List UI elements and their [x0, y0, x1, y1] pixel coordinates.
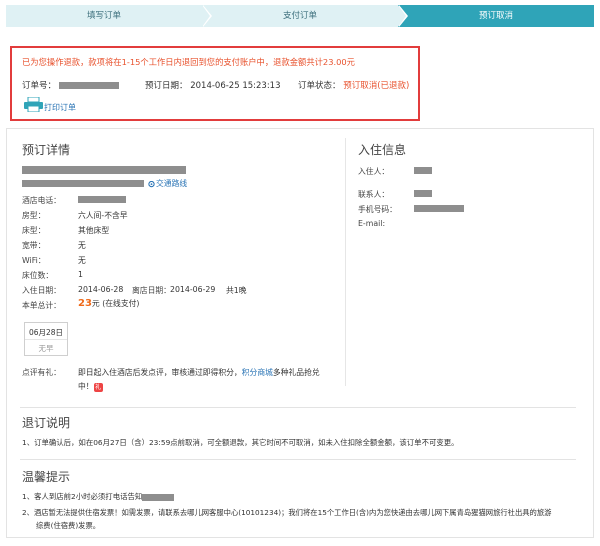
section-divider	[20, 459, 576, 460]
wifi-label: WiFi：	[22, 256, 46, 265]
review-reward-text-2: 中！礼	[78, 381, 103, 392]
review-text-2: 多种礼品抢兑	[272, 368, 320, 377]
print-order-link[interactable]: 打印订单	[44, 102, 76, 113]
booking-date-value: 2014-06-25 15:23:13	[190, 81, 281, 91]
tip-item-2-line1: 2、酒店暂无法提供住宿发票！如需发票，请联系去哪儿网客服中心(10101234)…	[22, 508, 552, 517]
email-label: E-mail:	[358, 219, 386, 228]
points-mall-link[interactable]: 积分商城	[242, 368, 273, 377]
contact-label: 联系人：	[358, 190, 390, 199]
refund-policy-title: 退订说明	[22, 416, 71, 430]
room-type-label: 房型：	[22, 211, 46, 220]
total-label: 本单总计：	[22, 301, 61, 310]
tips-title: 温馨提示	[22, 470, 71, 484]
total-suffix: 元 (在线支付)	[91, 299, 140, 308]
map-route-link[interactable]: 交通路线	[156, 179, 187, 188]
guest-name-redacted	[414, 167, 432, 174]
tip-phone-redacted	[142, 493, 175, 501]
step-label: 填写订单	[86, 11, 121, 21]
wifi-value: 无	[78, 256, 86, 265]
checkout-value: 2014-06-29	[170, 285, 216, 294]
map-route[interactable]: 交通路线	[148, 178, 187, 189]
guest-info-title: 入住信息	[358, 143, 407, 157]
broadband-value: 无	[78, 241, 86, 250]
hotel-address-redacted	[22, 180, 144, 187]
order-number-label: 订单号：	[22, 81, 57, 91]
step-pay-order: 支付订单	[202, 5, 408, 27]
step-label: 预订取消	[478, 11, 513, 21]
day-date: 06月28日	[28, 328, 64, 337]
tip-item-1-text: 1、客人到店前2小时必须打电话告知	[22, 492, 143, 501]
nights-count: 共1晚	[226, 286, 247, 295]
gift-icon: 礼	[93, 382, 103, 392]
order-status-value: 预订取消(已退款)	[343, 81, 410, 91]
checkin-label: 入住日期：	[22, 286, 61, 295]
order-number: 订单号：	[22, 79, 119, 91]
order-number-redacted	[58, 82, 119, 89]
day-breakfast-box: 06月28日 无早	[24, 322, 68, 356]
phone-redacted	[414, 205, 464, 212]
order-status: 订单状态： 预订取消(已退款)	[298, 79, 409, 91]
order-status-label: 订单状态：	[298, 81, 341, 91]
broadband-label: 宽带：	[22, 241, 46, 250]
section-divider	[20, 407, 576, 408]
bed-count-value: 1	[78, 270, 83, 279]
contact-name-redacted	[414, 190, 432, 197]
refund-policy-item: 1、订单确认后，如在06月27日（含）23:59点前取消，可全额退款，其它时间不…	[22, 438, 459, 447]
hotel-phone-label: 酒店电话：	[22, 196, 61, 205]
progress-steps: 填写订单 支付订单 预订取消	[6, 5, 594, 27]
checkout-label: 离店日期：	[132, 286, 171, 295]
review-text-3: 中！	[78, 382, 94, 391]
step-label: 支付订单	[282, 11, 317, 21]
guest-label: 入住人：	[358, 167, 390, 176]
step-fill-order: 填写订单	[6, 5, 212, 27]
review-text-1: 即日起入住酒店后发点评，审核通过即得积分，	[78, 368, 242, 377]
booking-date: 预订日期： 2014-06-25 15:23:13	[145, 79, 281, 91]
booking-date-label: 预订日期：	[145, 81, 188, 91]
refund-notice: 已为您操作退款，款项将在1-15个工作日内退回到您的支付账户中，退款金额共计23…	[10, 46, 420, 121]
column-divider	[345, 138, 346, 386]
tip-item-1: 1、客人到店前2小时必须打电话告知	[22, 491, 175, 502]
day-breakfast: 无早	[38, 344, 54, 353]
total-price: 23	[78, 298, 92, 309]
location-pin-icon	[148, 180, 155, 187]
checkin-value: 2014-06-28	[78, 285, 124, 294]
hotel-phone-redacted	[78, 196, 126, 203]
bed-type-label: 床型：	[22, 226, 46, 235]
total-amount: 23元 (在线支付)	[78, 298, 139, 309]
room-type-value: 六人间-不含早	[78, 211, 128, 220]
review-reward-label: 点评有礼：	[22, 368, 61, 377]
tip-item-2-line2: 综费(住宿费)发票。	[36, 521, 101, 530]
booking-details-title: 预订详情	[22, 143, 71, 157]
hotel-name-redacted	[22, 166, 186, 174]
review-reward-text: 即日起入住酒店后发点评，审核通过即得积分，积分商城多种礼品抢兑	[78, 367, 320, 378]
step-booking-cancelled: 预订取消	[398, 5, 594, 27]
bed-type-value: 其他床型	[78, 226, 110, 235]
order-detail-panel	[6, 128, 594, 538]
refund-message: 已为您操作退款，款项将在1-15个工作日内退回到您的支付账户中，退款金额共计23…	[22, 57, 355, 67]
bed-count-label: 床位数：	[22, 271, 54, 280]
printer-icon[interactable]	[24, 97, 43, 112]
phone-label: 手机号码：	[358, 205, 397, 214]
